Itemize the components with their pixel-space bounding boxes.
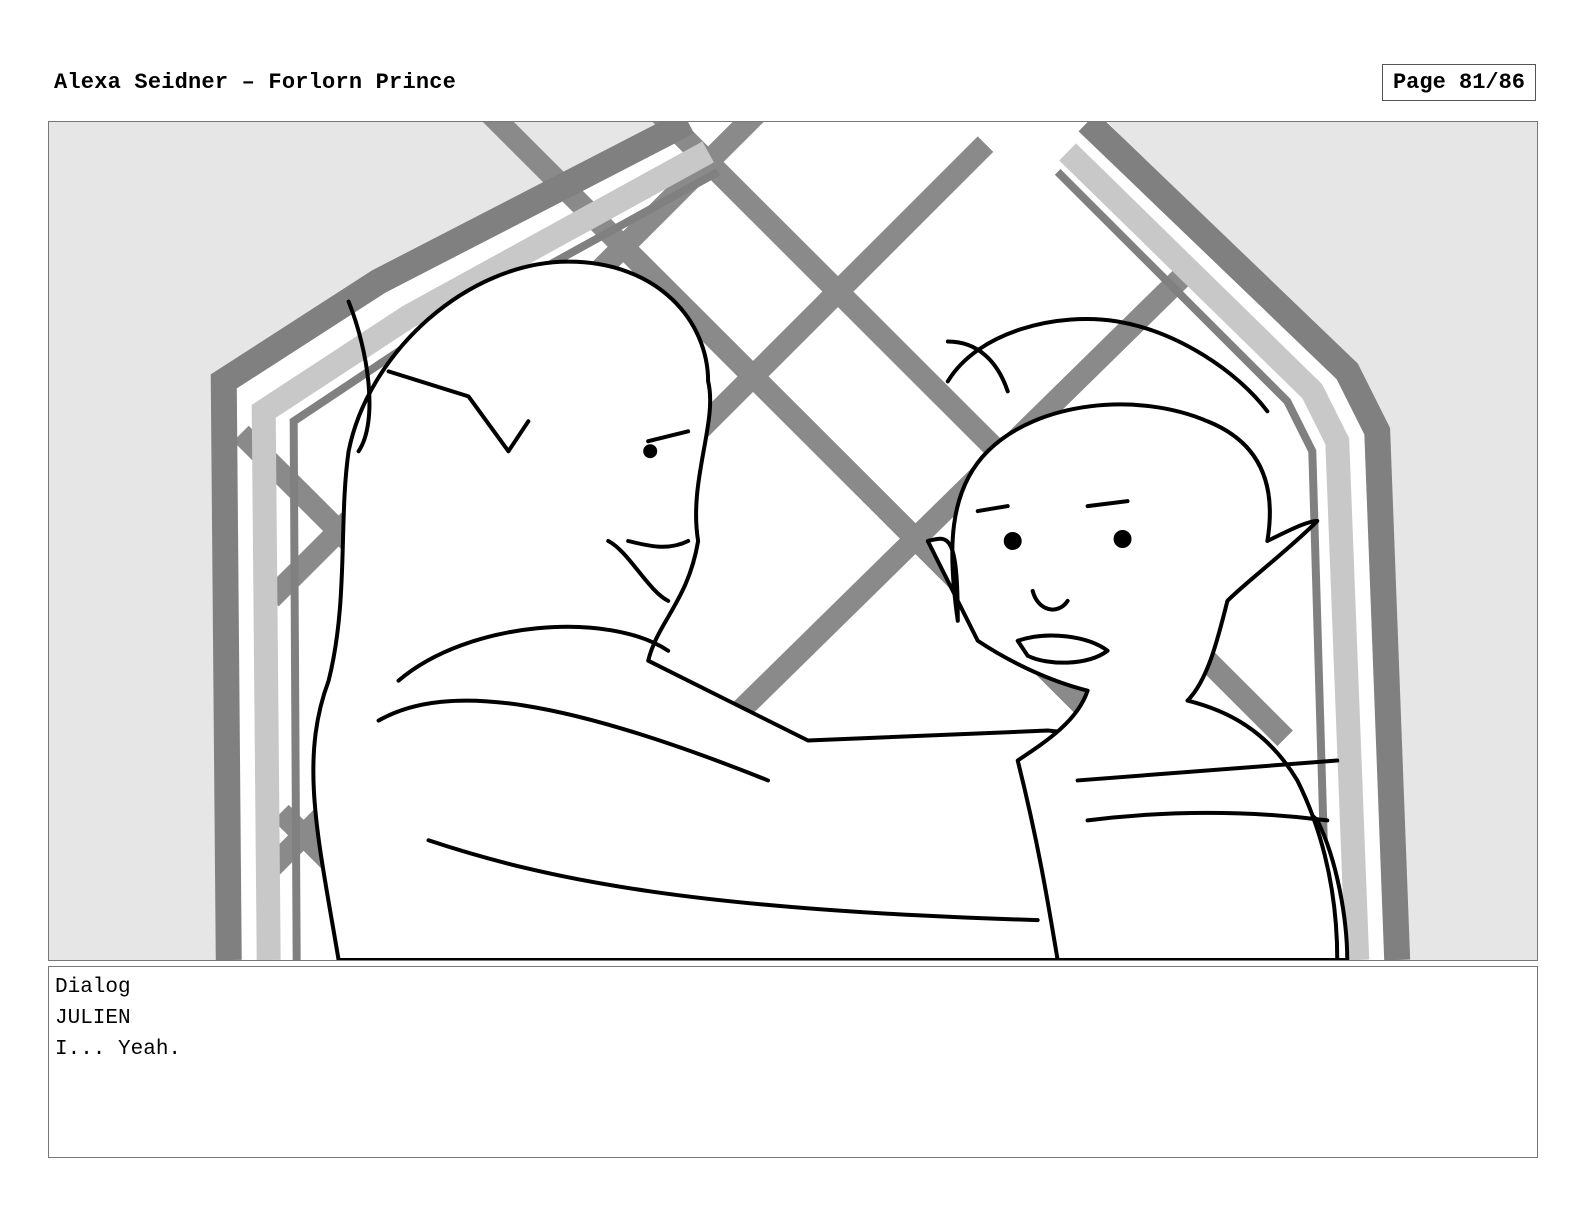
storyboard-panel bbox=[48, 121, 1538, 961]
page-indicator: Page 81/86 bbox=[1382, 64, 1536, 101]
dialog-speaker: JULIEN bbox=[55, 1007, 131, 1030]
dialog-line: I... Yeah. bbox=[55, 1038, 182, 1061]
dialog-section-label: Dialog bbox=[55, 976, 131, 999]
dialog-box: Dialog JULIEN I... Yeah. bbox=[48, 966, 1538, 1158]
document-title: Alexa Seidner – Forlorn Prince bbox=[54, 70, 457, 95]
storyboard-sketch bbox=[210, 122, 1411, 960]
